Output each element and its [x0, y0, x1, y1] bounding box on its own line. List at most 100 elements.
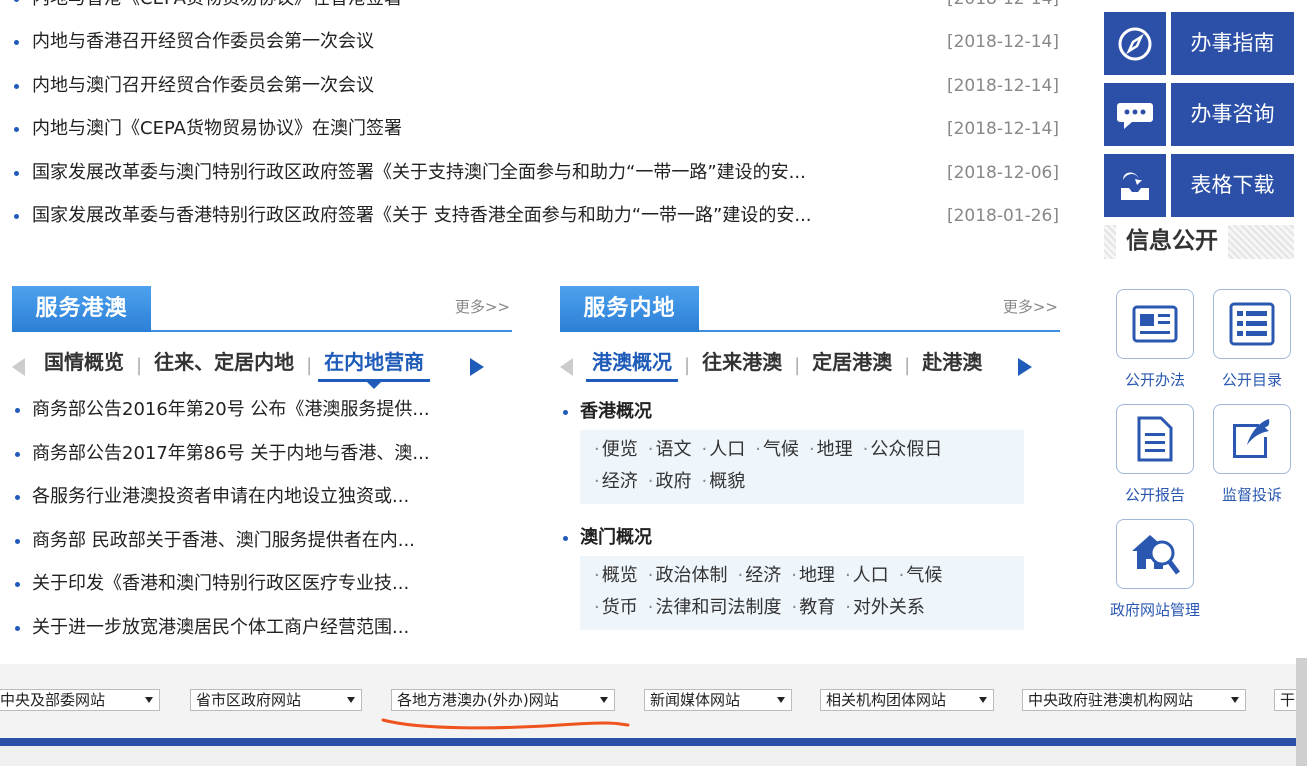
region-link[interactable]: · 经济	[594, 471, 638, 492]
select-local-hk-macau-office[interactable]: 各地方港澳办(外办)网站	[391, 689, 615, 711]
tab-hk-macau-overview[interactable]: 港澳概况	[586, 348, 678, 382]
select-related-orgs[interactable]: 相关机构团体网站	[820, 689, 994, 711]
list-item[interactable]: 关于进一步放宽港澳居民个体工商户经营范围...	[12, 616, 512, 660]
download-button[interactable]: 表格下载	[1104, 154, 1294, 217]
region-link[interactable]: · 政治体制	[648, 565, 728, 586]
list-icon[interactable]	[1213, 289, 1291, 359]
tab-travel-settle[interactable]: 往来、定居内地	[148, 348, 300, 382]
region-link[interactable]: · 货币	[594, 597, 638, 618]
tab-separator: |	[904, 354, 911, 376]
guide-button[interactable]: 办事指南	[1104, 12, 1294, 75]
tab-separator: |	[794, 354, 801, 376]
news-title[interactable]: 国家发展改革委与香港特别行政区政府签署《关于 支持香港全面参与和助力“一带一路”…	[32, 204, 892, 228]
list-item[interactable]: 商务部 民政部关于香港、澳门服务提供者在内...	[12, 529, 512, 573]
select-central-ministries[interactable]: 中央及部委网站	[0, 689, 160, 711]
news-title[interactable]: 内地与澳门召开经贸合作委员会第一次会议	[32, 74, 892, 98]
serve-hk-macau-panel: 服务港澳 更多>> 国情概览 | 往来、定居内地 | 在内地营商 商务部公告20…	[12, 286, 512, 660]
chevron-down-icon	[1231, 697, 1239, 703]
region-link[interactable]: · 教育	[791, 597, 835, 618]
tab-settle-hk-macau[interactable]: 定居港澳	[806, 348, 898, 382]
house-magnifier-icon[interactable]	[1116, 519, 1194, 589]
consult-button[interactable]: 办事咨询	[1104, 83, 1294, 146]
news-title[interactable]: 内地与香港《CEPA货物贸易协议》在香港签署	[32, 0, 892, 11]
news-item[interactable]: 内地与香港《CEPA货物贸易协议》在香港签署 [2018-12-14]	[10, 0, 1062, 30]
info-item-label[interactable]: 公开目录	[1207, 365, 1297, 395]
tab-prev-arrow-icon[interactable]	[12, 358, 25, 376]
region-line: · 概览 · 政治体制 · 经济 · 地理 · 人口 · 气候	[594, 562, 1014, 594]
page-scrollbar[interactable]	[1296, 658, 1307, 766]
list-item[interactable]: 各服务行业港澳投资者申请在内地设立独资或...	[12, 485, 512, 529]
info-item-label[interactable]: 公开报告	[1110, 480, 1200, 510]
list-item[interactable]: 关于印发《香港和澳门特别行政区医疗专业技...	[12, 572, 512, 616]
guide-label[interactable]: 办事指南	[1171, 12, 1294, 75]
info-item-website-admin[interactable]: 政府网站管理	[1110, 519, 1200, 625]
right-sidebar: 办事指南 办事咨询 表格下载 信息公开	[1104, 12, 1294, 259]
select-provincial-govt[interactable]: 省市区政府网站	[190, 689, 362, 711]
panel-header: 服务内地 更多>>	[560, 286, 1060, 332]
news-item[interactable]: 内地与香港召开经贸合作委员会第一次会议 [2018-12-14]	[10, 30, 1062, 73]
select-central-agencies-hk-macau[interactable]: 中央政府驻港澳机构网站	[1022, 689, 1246, 711]
region-link[interactable]: · 气候	[755, 439, 799, 460]
serve-mainland-panel: 服务内地 更多>> 港澳概况 | 往来港澳 | 定居港澳 | 赴港澳 香港概况 …	[560, 286, 1060, 630]
info-item-label[interactable]: 公开办法	[1110, 365, 1200, 395]
download-label[interactable]: 表格下载	[1171, 154, 1294, 217]
news-title[interactable]: 内地与澳门《CEPA货物贸易协议》在澳门签署	[32, 117, 892, 141]
info-item-label[interactable]: 政府网站管理	[1110, 595, 1200, 625]
region-link[interactable]: · 概貌	[701, 471, 745, 492]
region-link[interactable]: · 地理	[791, 565, 835, 586]
tab-business[interactable]: 在内地营商	[318, 348, 431, 389]
news-title[interactable]: 国家发展改革委与澳门特别行政区政府签署《关于支持澳门全面参与和助力“一带一路”建…	[32, 161, 892, 185]
region-link[interactable]: · 经济	[737, 565, 781, 586]
info-item-report[interactable]: 公开报告	[1110, 404, 1200, 510]
info-item-complaint[interactable]: 监督投诉	[1207, 404, 1297, 510]
news-item[interactable]: 内地与澳门召开经贸合作委员会第一次会议 [2018-12-14]	[10, 74, 1062, 117]
region-link[interactable]: · 公众假日	[863, 439, 943, 460]
news-date: [2018-12-06]	[946, 162, 1059, 183]
tab-national-overview[interactable]: 国情概览	[38, 348, 130, 382]
region-links-box: · 便览 · 语文 · 人口 · 气候 · 地理 · 公众假日 · 经济 · 政府 · 概貌	[580, 430, 1024, 504]
region-link[interactable]: · 人口	[845, 565, 889, 586]
region-title[interactable]: 澳门概况	[563, 526, 1060, 554]
tab-next-arrow-icon[interactable]	[1018, 358, 1032, 376]
info-item-catalog[interactable]: 公开目录	[1207, 289, 1297, 395]
tab-travel-hk-macau[interactable]: 往来港澳	[696, 348, 788, 382]
newspaper-icon[interactable]	[1116, 289, 1194, 359]
more-link[interactable]: 更多>>	[455, 296, 510, 317]
chevron-down-icon	[347, 697, 355, 703]
news-item[interactable]: 国家发展改革委与香港特别行政区政府签署《关于 支持香港全面参与和助力“一带一路”…	[10, 204, 1062, 247]
region-link[interactable]: · 地理	[809, 439, 853, 460]
region-link[interactable]: · 政府	[648, 471, 692, 492]
chevron-down-icon	[145, 697, 153, 703]
site-link-selects: 中央及部委网站 省市区政府网站 各地方港澳办(外办)网站 新闻媒体网站 相关机构…	[0, 689, 1307, 713]
tab-row: 港澳概况 | 往来港澳 | 定居港澳 | 赴港澳	[586, 348, 1016, 382]
tab-next-arrow-icon[interactable]	[470, 358, 484, 376]
region-title[interactable]: 香港概况	[563, 400, 1060, 428]
info-item-label[interactable]: 监督投诉	[1207, 480, 1297, 510]
news-item[interactable]: 内地与澳门《CEPA货物贸易协议》在澳门签署 [2018-12-14]	[10, 117, 1062, 160]
consult-label[interactable]: 办事咨询	[1171, 83, 1294, 146]
list-item[interactable]: 商务部公告2016年第20号 公布《港澳服务提供...	[12, 398, 512, 442]
info-item-method[interactable]: 公开办法	[1110, 289, 1200, 395]
pen-paper-icon[interactable]	[1213, 404, 1291, 474]
region-link[interactable]: · 法律和司法制度	[648, 597, 782, 618]
region-link[interactable]: · 人口	[701, 439, 745, 460]
region-link[interactable]: · 概览	[594, 565, 638, 586]
footer-blue-band	[0, 738, 1307, 746]
list-item[interactable]: 商务部公告2017年第86号 关于内地与香港、澳...	[12, 442, 512, 486]
select-news-media[interactable]: 新闻媒体网站	[644, 689, 792, 711]
macau-overview-section: 澳门概况 · 概览 · 政治体制 · 经济 · 地理 · 人口 · 气候 · 货币 · 法律和司法制度 · 教育…	[560, 526, 1060, 630]
region-link[interactable]: · 便览	[594, 439, 638, 460]
news-title[interactable]: 内地与香港召开经贸合作委员会第一次会议	[32, 30, 892, 54]
more-link[interactable]: 更多>>	[1003, 296, 1058, 317]
region-link[interactable]: · 对外关系	[845, 597, 925, 618]
tab-prev-arrow-icon[interactable]	[560, 358, 573, 376]
region-link[interactable]: · 气候	[899, 565, 943, 586]
region-line: · 经济 · 政府 · 概貌	[594, 468, 1014, 500]
region-link[interactable]: · 语文	[648, 439, 692, 460]
chat-bubble-icon	[1104, 83, 1166, 146]
tab-go-hk-macau[interactable]: 赴港澳	[916, 348, 988, 382]
document-icon[interactable]	[1116, 404, 1194, 474]
news-item[interactable]: 国家发展改革委与澳门特别行政区政府签署《关于支持澳门全面参与和助力“一带一路”建…	[10, 161, 1062, 204]
compass-icon	[1104, 12, 1166, 75]
tab-bar: 国情概览 | 往来、定居内地 | 在内地营商	[12, 340, 512, 392]
